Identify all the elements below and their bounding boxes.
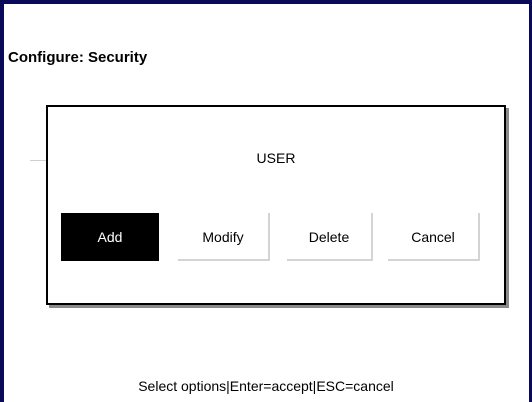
user-dialog: USER Add Modify Delete Cancel [46, 105, 506, 305]
delete-button[interactable]: Delete [287, 213, 373, 261]
page-title: Configure: Security [8, 49, 148, 66]
dialog-title: USER [256, 150, 296, 166]
add-button[interactable]: Add [61, 213, 159, 261]
cancel-button[interactable]: Cancel [388, 213, 480, 261]
window-frame-top [0, 0, 532, 4]
modify-button[interactable]: Modify [178, 213, 270, 261]
window-frame-left [0, 0, 4, 402]
status-hint: Select options|Enter=accept|ESC=cancel [138, 378, 394, 394]
